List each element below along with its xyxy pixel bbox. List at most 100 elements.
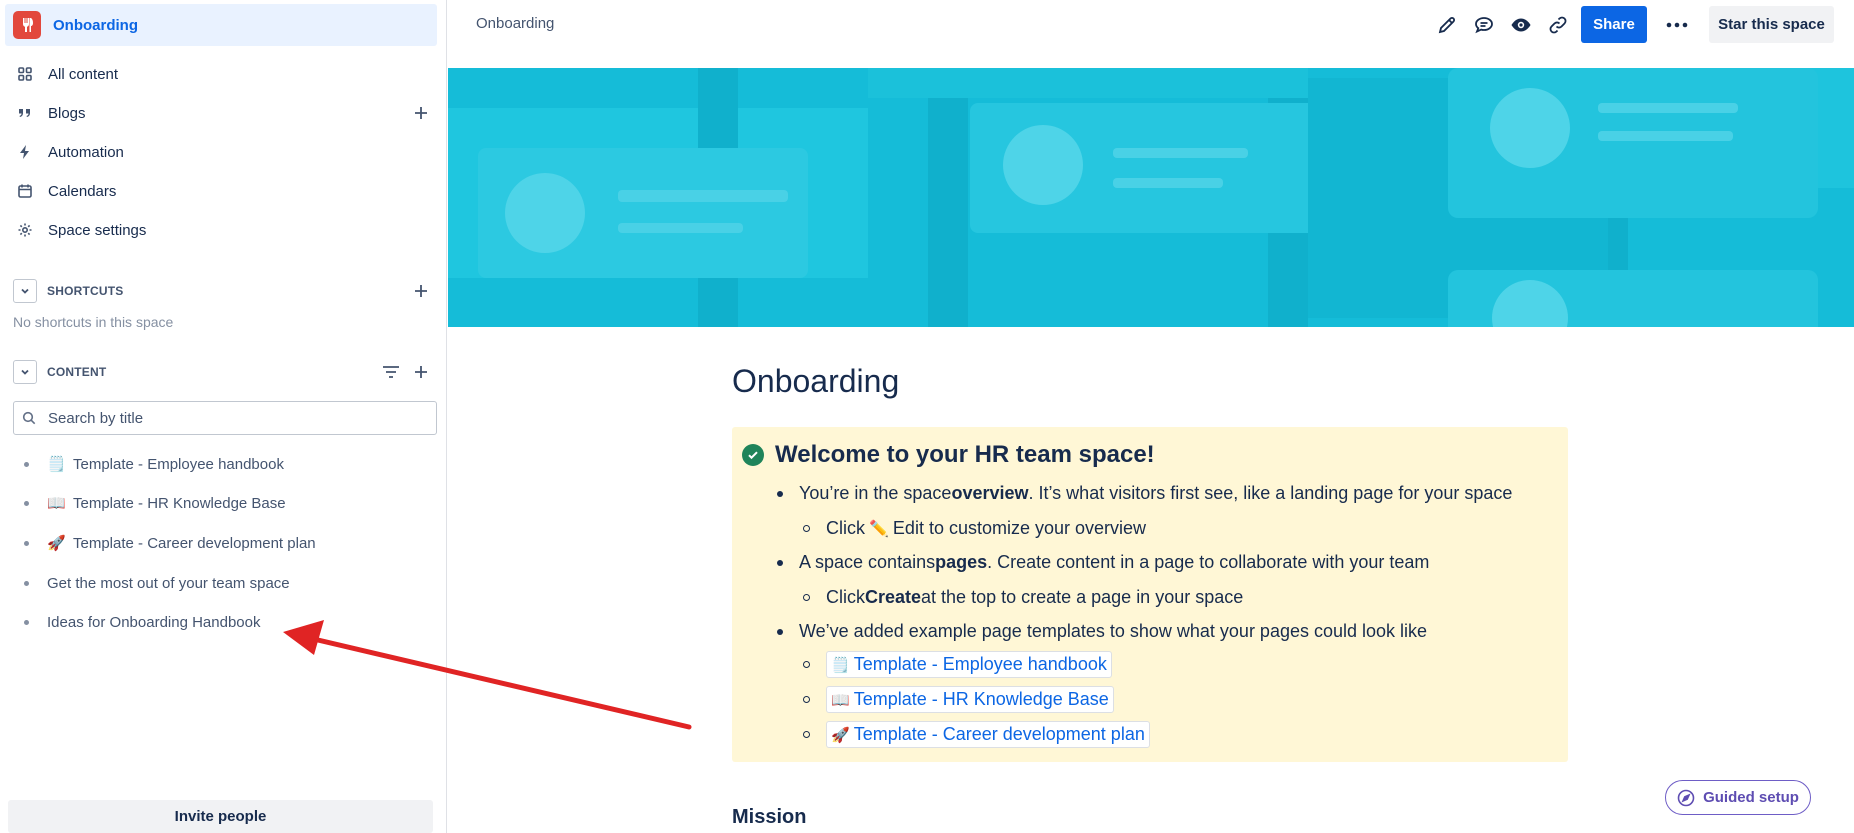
welcome-panel: Welcome to your HR team space! You’re in… bbox=[732, 427, 1568, 762]
more-options-icon[interactable] bbox=[1662, 12, 1692, 38]
text: A space contains bbox=[799, 552, 936, 572]
chevron-down-icon[interactable] bbox=[13, 360, 37, 384]
text: We’ve added example page templates to sh… bbox=[799, 621, 1428, 641]
link-hr-knowledge-base[interactable]: 📖 Template - HR Knowledge Base bbox=[826, 686, 1114, 713]
text: . Create content in a page to collaborat… bbox=[987, 552, 1430, 572]
text: at the top to create a page in your spac… bbox=[921, 587, 1244, 607]
sidebar-item-label: Automation bbox=[48, 143, 124, 161]
bullet-templates: We’ve added example page templates to sh… bbox=[777, 621, 1427, 642]
page-title: Onboarding bbox=[732, 363, 900, 399]
sidebar-item-label: Blogs bbox=[48, 104, 86, 122]
tree-bullet bbox=[24, 580, 29, 586]
lightning-icon bbox=[15, 142, 35, 162]
sub-bullet-create: Click Create at the top to create a page… bbox=[803, 587, 1243, 608]
space-logo bbox=[13, 11, 41, 39]
tree-item-hr-knowledge-base[interactable]: 📖 Template - HR Knowledge Base bbox=[0, 486, 447, 520]
panel-title: Welcome to your HR team space! bbox=[775, 441, 1155, 468]
text: You’re in the space bbox=[799, 483, 952, 503]
rocket-icon: 🚀 bbox=[831, 725, 850, 744]
tree-item-employee-handbook[interactable]: 🗒️ Template - Employee handbook bbox=[0, 447, 447, 481]
add-blog-plus-icon[interactable] bbox=[411, 103, 431, 123]
bullet-pages: A space contains pages. Create content i… bbox=[777, 552, 1429, 573]
comment-icon[interactable] bbox=[1471, 12, 1497, 38]
calendar-icon bbox=[15, 181, 35, 201]
edit-pencil-icon[interactable] bbox=[1434, 12, 1460, 38]
sidebar-item-all-content[interactable]: All content bbox=[0, 55, 447, 93]
breadcrumb[interactable]: Onboarding bbox=[476, 15, 554, 32]
sidebar: Onboarding All content Blogs Automation … bbox=[0, 0, 447, 833]
link-icon[interactable] bbox=[1545, 12, 1571, 38]
shortcuts-empty-text: No shortcuts in this space bbox=[13, 314, 174, 330]
top-bar: Onboarding Share Star this space bbox=[448, 0, 1854, 68]
content-section-header: CONTENT bbox=[0, 357, 447, 387]
tree-bullet bbox=[24, 500, 29, 506]
link-employee-handbook[interactable]: 🗒️ Template - Employee handbook bbox=[826, 651, 1112, 678]
sidebar-item-label: All content bbox=[48, 65, 119, 83]
share-button[interactable]: Share bbox=[1581, 6, 1647, 43]
bullet-overview: You’re in the space overview. It’s what … bbox=[777, 483, 1512, 504]
book-icon: 📖 bbox=[47, 494, 66, 512]
sidebar-item-label: Calendars bbox=[48, 182, 117, 200]
sidebar-item-space-settings[interactable]: Space settings bbox=[0, 211, 447, 249]
link-career-development-plan[interactable]: 🚀 Template - Career development plan bbox=[826, 721, 1150, 748]
search-by-title-field[interactable] bbox=[13, 401, 437, 435]
star-this-space-button[interactable]: Star this space bbox=[1709, 6, 1834, 43]
check-circle-icon bbox=[742, 444, 764, 466]
invite-people-button[interactable]: Invite people bbox=[8, 800, 433, 833]
shortcuts-title: SHORTCUTS bbox=[47, 284, 124, 298]
tree-item-label: Template - Career development plan bbox=[73, 534, 316, 552]
search-icon bbox=[22, 410, 38, 426]
sidebar-item-calendars[interactable]: Calendars bbox=[0, 172, 447, 210]
tree-bullet bbox=[24, 461, 29, 467]
watch-eye-icon[interactable] bbox=[1508, 12, 1534, 38]
sidebar-item-label: Space settings bbox=[48, 221, 147, 239]
text-bold: pages bbox=[935, 552, 988, 572]
search-input[interactable] bbox=[48, 409, 428, 427]
link-label: Template - HR Knowledge Base bbox=[853, 689, 1109, 709]
space-header[interactable]: Onboarding bbox=[5, 4, 437, 46]
content-title: CONTENT bbox=[47, 365, 107, 379]
guided-setup-button[interactable]: Guided setup bbox=[1665, 780, 1811, 815]
shortcuts-section-header: SHORTCUTS bbox=[0, 276, 447, 306]
text: Click bbox=[826, 518, 865, 538]
tree-item-label: Template - HR Knowledge Base bbox=[73, 494, 286, 512]
gear-icon bbox=[15, 220, 35, 240]
add-shortcut-plus-icon[interactable] bbox=[411, 281, 431, 301]
sub-bullet-template-link: 🚀 Template - Career development plan bbox=[803, 721, 1150, 748]
guided-setup-label: Guided setup bbox=[1703, 789, 1799, 806]
quote-icon bbox=[15, 103, 35, 123]
text: Edit to customize your overview bbox=[892, 518, 1147, 538]
tree-item-get-the-most-out[interactable]: Get the most out of your team space bbox=[0, 566, 447, 600]
space-name: Onboarding bbox=[53, 16, 138, 34]
sidebar-item-automation[interactable]: Automation bbox=[0, 133, 447, 171]
tree-item-ideas-for-onboarding-handbook[interactable]: Ideas for Onboarding Handbook bbox=[0, 605, 447, 639]
mission-heading: Mission bbox=[732, 806, 807, 828]
sidebar-item-blogs[interactable]: Blogs bbox=[0, 94, 447, 132]
text-bold: Create bbox=[865, 587, 922, 607]
tree-item-label: Get the most out of your team space bbox=[47, 574, 290, 592]
notepad-icon: 🗒️ bbox=[831, 655, 850, 674]
tree-item-career-development-plan[interactable]: 🚀 Template - Career development plan bbox=[0, 526, 447, 560]
tree-bullet bbox=[24, 540, 29, 546]
rocket-icon: 🚀 bbox=[47, 534, 66, 552]
sub-bullet-template-link: 📖 Template - HR Knowledge Base bbox=[803, 686, 1114, 713]
text: . It’s what visitors first see, like a l… bbox=[1028, 483, 1513, 503]
chevron-down-icon[interactable] bbox=[13, 279, 37, 303]
tree-item-label: Ideas for Onboarding Handbook bbox=[47, 613, 261, 631]
text-bold: overview bbox=[951, 483, 1029, 503]
notepad-icon: 🗒️ bbox=[47, 455, 66, 473]
add-content-plus-icon[interactable] bbox=[411, 362, 431, 382]
grid-icon bbox=[15, 64, 35, 84]
link-label: Template - Career development plan bbox=[853, 724, 1145, 744]
compass-icon bbox=[1677, 789, 1695, 807]
tree-item-label: Template - Employee handbook bbox=[73, 455, 284, 473]
filter-icon[interactable] bbox=[381, 362, 401, 382]
text: Click bbox=[826, 587, 865, 607]
pencil-icon: ✏️ bbox=[869, 519, 889, 538]
tree-bullet bbox=[24, 619, 29, 625]
book-icon: 📖 bbox=[831, 690, 850, 709]
sub-bullet-edit: Click ✏️ Edit to customize your overview bbox=[803, 518, 1146, 539]
sub-bullet-template-link: 🗒️ Template - Employee handbook bbox=[803, 651, 1112, 678]
link-label: Template - Employee handbook bbox=[853, 654, 1107, 674]
space-banner-image bbox=[448, 68, 1854, 327]
